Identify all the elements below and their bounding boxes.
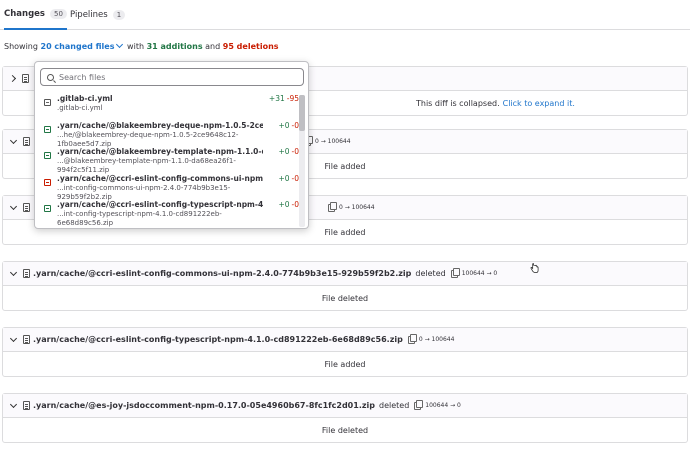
file-list-item-name: .yarn/cache/@ccri-eslint-config-commons-… [57, 173, 263, 183]
file-icon [23, 401, 30, 410]
file-mode-change: 0 → 100644 [339, 204, 375, 211]
file-list-item-stats: +31 -95 [268, 94, 299, 103]
diff-file-body: File deleted [3, 286, 687, 310]
file-list-item[interactable]: .gitlab-ci.yml +31 -95 .gitlab-ci.yml [35, 92, 303, 119]
file-list-item-path: .gitlab-ci.yml [57, 104, 103, 112]
file-mode-change: 0 → 100644 [315, 138, 351, 145]
file-deleted-icon [44, 178, 51, 186]
file-status-message: File deleted [321, 425, 369, 435]
file-list-item-path: ...int-config-typescript-npm-4.1.0-cd891… [57, 210, 222, 227]
copy-icon[interactable] [414, 399, 424, 410]
file-list-item-stats: +0 -0 [278, 120, 299, 130]
chevron-down-icon[interactable] [9, 202, 18, 211]
chevron-down-icon[interactable] [9, 334, 18, 343]
file-list-item-name: .yarn/cache/@ccri-eslint-config-typescri… [57, 200, 263, 209]
collapsed-text: This diff is collapsed. [416, 98, 500, 108]
file-status-message: File added [324, 161, 366, 171]
chevron-down-icon[interactable] [9, 400, 18, 409]
copy-icon[interactable] [450, 267, 460, 278]
file-icon [23, 335, 30, 344]
summary-additions: 31 additions [146, 42, 203, 51]
search-icon [47, 73, 54, 81]
file-mode-change: 0 → 100644 [418, 336, 455, 343]
file-search-box[interactable] [40, 68, 304, 86]
file-list-item[interactable]: .yarn/cache/@blakeembrey-template-npm-1.… [35, 145, 303, 174]
file-list-item[interactable]: .yarn/cache/@ccri-eslint-config-typescri… [35, 198, 303, 227]
diff-file-header[interactable]: .yarn/cache/@ccri-eslint-config-typescri… [3, 328, 687, 352]
expand-link[interactable]: Click to expand it. [503, 99, 575, 108]
search-input[interactable] [59, 72, 289, 82]
dropdown-scrollbar[interactable] [299, 95, 305, 227]
file-path[interactable]: .yarn/cache/@es-joy-jsdoccomment-npm-0.1… [33, 401, 375, 410]
changed-files-dropdown: .gitlab-ci.yml +31-95 .gitlab-ci.yml .ya… [34, 61, 309, 229]
diff-file: .yarn/cache/@es-joy-jsdoccomment-npm-0.1… [2, 393, 688, 443]
file-icon [22, 74, 29, 83]
copy-icon[interactable] [407, 333, 417, 344]
file-list-item-name: .yarn/cache/@blakeembrey-deque-npm-1.0.5… [57, 120, 263, 130]
diff-file-body: File added [3, 352, 687, 376]
file-list-item-stats: +0 -0 [278, 200, 299, 209]
file-list-item[interactable]: .yarn/cache/@ccri-eslint-config-commons-… [35, 172, 303, 201]
file-status-message: File added [324, 227, 366, 237]
chevron-down-icon[interactable] [9, 136, 18, 145]
file-added-icon [44, 125, 51, 133]
diff-file: .yarn/cache/@ccri-eslint-config-typescri… [2, 327, 688, 377]
file-icon [23, 203, 30, 212]
file-path[interactable]: .yarn/cache/@ccri-eslint-config-commons-… [33, 269, 411, 278]
file-list-item-name: .yarn/cache/@blakeembrey-template-npm-1.… [57, 147, 263, 156]
tab-pipelines-label: Pipelines [70, 10, 108, 20]
file-list-item-stats: +0 -0 [278, 147, 299, 156]
diff-file-body: File deleted [3, 418, 687, 442]
file-status-message: File deleted [321, 293, 369, 303]
tab-pipelines-count: 1 [112, 10, 126, 20]
chevron-down-icon[interactable] [115, 40, 123, 49]
file-icon [23, 137, 30, 146]
file-added-icon [44, 152, 51, 159]
file-list-item[interactable]: .yarn/cache/@blakeembrey-deque-npm-1.0.5… [35, 119, 303, 148]
tab-changes-label: Changes [4, 9, 45, 19]
file-mode-change: 100644 → 0 [425, 402, 461, 409]
file-status-message: File added [324, 359, 366, 369]
file-status: deleted [378, 401, 410, 410]
scrollbar-thumb[interactable] [299, 95, 305, 131]
file-icon [23, 269, 30, 278]
summary-showing: Showing [4, 42, 38, 51]
file-list-item-stats: +0 -0 [278, 173, 299, 183]
changed-files-toggle[interactable]: 20 changed files [41, 42, 115, 51]
summary-deletions: 95 deletions [222, 42, 279, 51]
tab-pipelines[interactable]: Pipelines 1 [70, 0, 126, 30]
hand-cursor-icon [530, 263, 539, 273]
tab-changes[interactable]: Changes 50 [4, 0, 67, 30]
chevron-down-icon[interactable] [9, 268, 18, 277]
file-mode-change: 100644 → 0 [461, 270, 498, 277]
diff-file-header[interactable]: .yarn/cache/@ccri-eslint-config-commons-… [3, 262, 687, 286]
file-added-icon [44, 205, 51, 212]
file-list: .gitlab-ci.yml +31 -95 .gitlab-ci.yml .ya… [35, 92, 303, 228]
diff-file: .yarn/cache/@ccri-eslint-config-commons-… [2, 261, 688, 311]
chevron-right-icon[interactable] [8, 74, 17, 83]
file-modified-icon [44, 99, 51, 106]
summary-with: with [127, 42, 145, 51]
file-status: deleted [415, 269, 446, 278]
diff-file-header[interactable]: .yarn/cache/@es-joy-jsdoccomment-npm-0.1… [3, 394, 687, 418]
mr-tabs: Changes 50 Pipelines 1 [0, 0, 690, 30]
collapsed-message: This diff is collapsed. Click to expand … [416, 91, 575, 115]
diff-summary: Showing 20 changed files with 31 additio… [4, 40, 279, 51]
file-list-item-name: .gitlab-ci.yml [57, 94, 113, 103]
copy-icon[interactable] [328, 201, 337, 212]
summary-and: and [205, 42, 221, 51]
file-path[interactable]: .yarn/cache/@ccri-eslint-config-typescri… [33, 335, 403, 344]
tab-changes-count: 50 [50, 9, 67, 19]
